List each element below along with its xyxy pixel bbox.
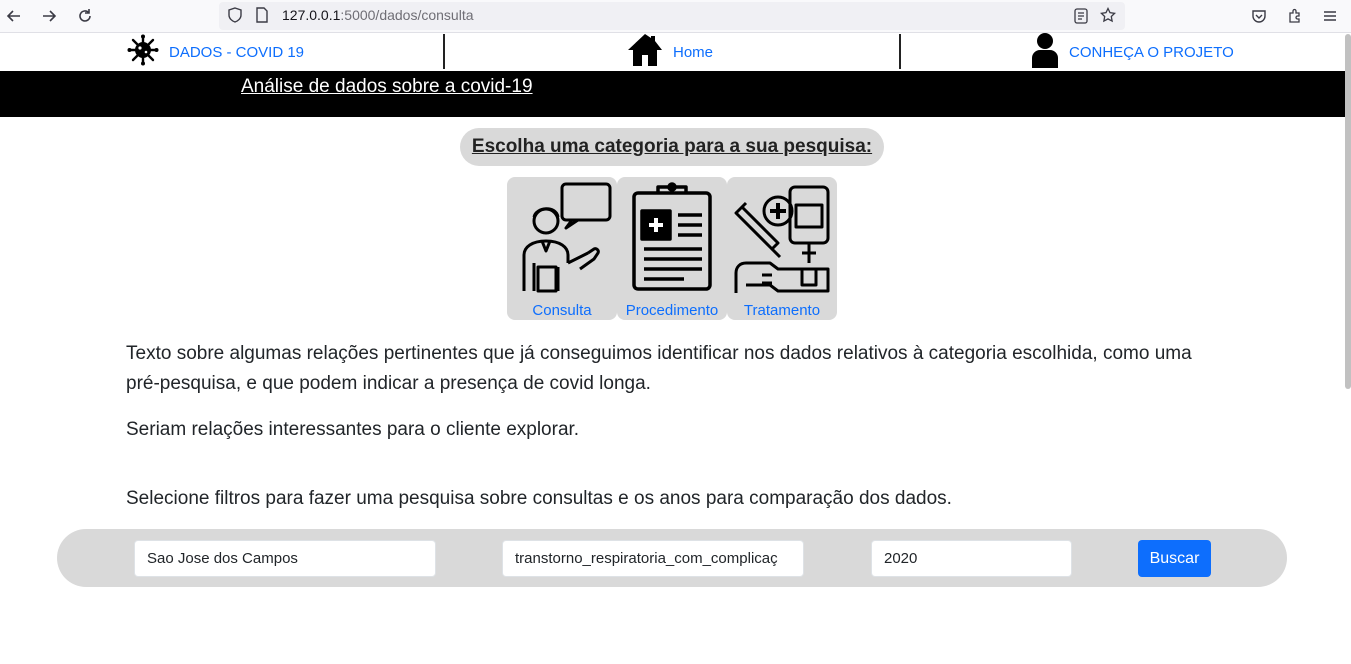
category-note: Seriam relações interessantes para o cli… bbox=[126, 419, 580, 440]
condition-input[interactable] bbox=[502, 540, 804, 577]
top-navbar: DADOS - COVID 19 Home CONHEÇA O PROJETO bbox=[0, 32, 1351, 73]
clipboard-medical-icon bbox=[622, 177, 722, 298]
category-card-consulta[interactable]: Consulta bbox=[507, 177, 617, 320]
nav-project-link[interactable]: CONHEÇA O PROJETO bbox=[1031, 32, 1234, 73]
filter-instructions: Selecione filtros para fazer uma pesquis… bbox=[126, 488, 952, 509]
category-card-label: Consulta bbox=[532, 302, 592, 319]
title-banner: Análise de dados sobre a covid-19 bbox=[0, 71, 1351, 117]
doctor-consultation-icon bbox=[512, 177, 612, 298]
category-card-label: Tratamento bbox=[743, 302, 821, 319]
city-input[interactable] bbox=[134, 540, 436, 577]
category-card-label: Procedimento bbox=[625, 302, 719, 319]
category-card-tratamento[interactable]: Tratamento bbox=[727, 177, 837, 320]
nav-divider bbox=[443, 34, 445, 69]
category-heading-pill: Escolha uma categoria para a sua pesquis… bbox=[460, 128, 884, 166]
url-text: 127.0.0.1:5000/dados/consulta bbox=[282, 7, 474, 23]
reader-view-icon[interactable] bbox=[1074, 8, 1088, 29]
category-cards: Consulta Procedimento Tratamento bbox=[507, 177, 837, 320]
forward-icon[interactable] bbox=[37, 4, 61, 28]
nav-brand-label: DADOS - COVID 19 bbox=[169, 43, 305, 61]
person-icon bbox=[1031, 32, 1059, 73]
year-input[interactable] bbox=[871, 540, 1072, 577]
page-info-icon[interactable] bbox=[255, 7, 269, 28]
browser-toolbar: 127.0.0.1:5000/dados/consulta bbox=[0, 0, 1351, 33]
treatment-icon bbox=[732, 177, 832, 298]
filter-bar: Buscar bbox=[57, 529, 1287, 587]
search-button[interactable]: Buscar bbox=[1138, 540, 1211, 577]
nav-project-label: CONHEÇA O PROJETO bbox=[1069, 43, 1234, 61]
back-icon[interactable] bbox=[2, 4, 26, 28]
reload-icon[interactable] bbox=[73, 4, 97, 28]
home-icon bbox=[627, 33, 663, 72]
nav-home-link[interactable]: Home bbox=[627, 33, 713, 71]
category-heading: Escolha uma categoria para a sua pesquis… bbox=[471, 136, 873, 157]
shield-icon[interactable] bbox=[227, 7, 243, 28]
pocket-icon[interactable] bbox=[1247, 4, 1271, 28]
category-card-procedimento[interactable]: Procedimento bbox=[617, 177, 727, 320]
nav-home-label: Home bbox=[673, 43, 714, 61]
nav-brand-link[interactable]: DADOS - COVID 19 bbox=[127, 33, 304, 71]
page-scrollbar[interactable] bbox=[1345, 34, 1351, 389]
bookmark-star-icon[interactable] bbox=[1099, 6, 1117, 28]
extensions-icon[interactable] bbox=[1283, 4, 1307, 28]
url-bar[interactable]: 127.0.0.1:5000/dados/consulta bbox=[219, 2, 1125, 30]
page-title-link[interactable]: Análise de dados sobre a covid-19 bbox=[241, 76, 533, 98]
nav-divider bbox=[899, 34, 901, 69]
virus-icon bbox=[127, 34, 159, 71]
menu-icon[interactable] bbox=[1318, 4, 1342, 28]
category-description: Texto sobre algumas relações pertinentes… bbox=[126, 343, 1192, 394]
